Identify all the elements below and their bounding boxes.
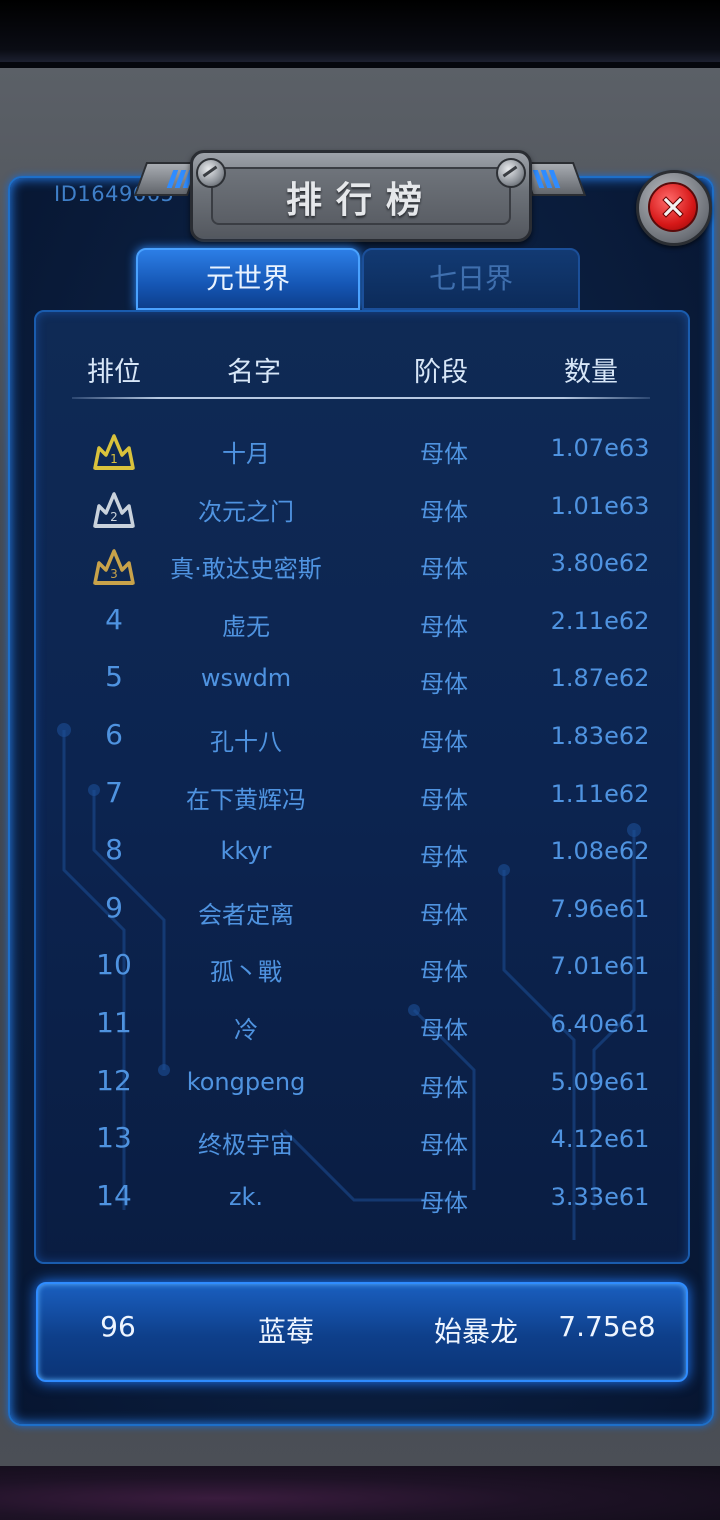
name-cell: 真·敢达史密斯 xyxy=(170,555,322,584)
table-row[interactable]: 10 孤丶戰 母体 7.01e61 xyxy=(0,940,720,998)
column-header-amount: 数量 xyxy=(564,357,618,388)
rank-cell: 11 xyxy=(96,1006,132,1039)
my-rank: 96 xyxy=(100,1310,136,1343)
stage-cell: 母体 xyxy=(420,728,468,756)
stage-cell: 母体 xyxy=(420,440,468,468)
amount-cell: 1.07e63 xyxy=(550,434,650,462)
page-title: 排行榜 xyxy=(285,180,436,221)
rank-cell: 7 xyxy=(105,775,123,809)
table-row[interactable]: 12 kongpeng 母体 5.09e61 xyxy=(0,1056,720,1114)
name-cell: 虚无 xyxy=(222,612,270,641)
table-row[interactable]: 3 真·敢达史密斯 母体 3.80e62 xyxy=(0,537,720,595)
amount-cell: 6.40e61 xyxy=(550,1010,650,1038)
name-cell: 孔十八 xyxy=(210,728,282,756)
name-cell: 孤丶戰 xyxy=(210,958,282,987)
tab-seven-day-world[interactable]: 七日界 xyxy=(362,248,580,310)
rank-cell: 13 xyxy=(96,1121,132,1155)
crown-medal-icon: 2 xyxy=(89,486,139,532)
table-row[interactable]: 13 终极宇宙 母体 4.12e61 xyxy=(0,1113,720,1171)
amount-cell: 5.09e61 xyxy=(550,1067,650,1096)
my-stage: 始暴龙 xyxy=(433,1315,519,1348)
stage-cell: 母体 xyxy=(420,1131,468,1160)
table-row[interactable]: 7 在下黄辉冯 母体 1.11e62 xyxy=(0,768,720,826)
table-row[interactable]: 1 十月 母体 1.07e63 xyxy=(0,422,720,480)
stage-cell: 母体 xyxy=(420,785,468,814)
stage-cell: 母体 xyxy=(420,555,468,584)
column-header-stage: 阶段 xyxy=(414,357,468,388)
stage-cell: 母体 xyxy=(420,958,468,987)
space-background xyxy=(0,1466,720,1520)
stage-cell: 母体 xyxy=(420,1016,468,1044)
title-plaque: 排行榜 xyxy=(190,150,532,242)
amount-cell: 1.08e62 xyxy=(550,837,650,866)
stage-cell: 母体 xyxy=(420,1188,468,1217)
rank-cell: 12 xyxy=(96,1063,132,1097)
name-cell: 次元之门 xyxy=(198,497,294,526)
tab-yuan-world[interactable]: 元世界 xyxy=(136,248,360,310)
table-row[interactable]: 4 虚无 母体 2.11e62 xyxy=(0,595,720,653)
amount-cell: 2.11e62 xyxy=(550,606,650,635)
my-amount: 7.75e8 xyxy=(558,1310,656,1343)
table-row[interactable]: 6 孔十八 母体 1.83e62 xyxy=(0,710,720,768)
column-header-rank: 排位 xyxy=(87,357,141,388)
medal-rank: 2 xyxy=(110,510,118,524)
medal-rank: 1 xyxy=(110,452,118,466)
stage-cell: 母体 xyxy=(420,670,468,699)
name-cell: 冷 xyxy=(234,1016,258,1044)
name-cell: 会者定离 xyxy=(198,900,294,929)
amount-cell: 7.01e61 xyxy=(550,952,650,981)
rank-cell: 14 xyxy=(96,1178,132,1212)
name-cell: 终极宇宙 xyxy=(198,1131,294,1160)
rank-cell: 4 xyxy=(105,602,123,636)
header-divider xyxy=(72,397,650,399)
amount-cell: 3.80e62 xyxy=(550,549,650,578)
amount-cell: 3.33e61 xyxy=(550,1182,650,1211)
amount-cell: 1.87e62 xyxy=(550,664,650,693)
table-row[interactable]: 8 kkyr 母体 1.08e62 xyxy=(0,825,720,883)
close-button[interactable] xyxy=(636,170,712,246)
name-cell: kkyr xyxy=(220,837,272,866)
name-cell: kongpeng xyxy=(186,1067,306,1096)
name-cell: zk. xyxy=(228,1182,264,1211)
rank-cell: 10 xyxy=(96,948,132,982)
rank-cell: 5 xyxy=(105,660,123,694)
rank-cell: 8 xyxy=(105,833,123,867)
amount-cell: 1.11e62 xyxy=(550,779,650,808)
amount-cell: 1.01e63 xyxy=(550,491,650,520)
rank-cell: 9 xyxy=(105,890,123,924)
name-cell: 十月 xyxy=(222,440,270,468)
amount-cell: 1.83e62 xyxy=(550,722,650,750)
table-row[interactable]: 9 会者定离 母体 7.96e61 xyxy=(0,883,720,941)
bolt-left-icon xyxy=(196,158,226,188)
stage-cell: 母体 xyxy=(420,900,468,929)
name-cell: wswdm xyxy=(200,664,292,693)
bolt-right-icon xyxy=(496,158,526,188)
amount-cell: 4.12e61 xyxy=(550,1125,650,1154)
close-icon xyxy=(648,182,698,232)
stage-cell: 母体 xyxy=(420,612,468,641)
name-cell: 在下黄辉冯 xyxy=(186,785,306,814)
rank-cell: 6 xyxy=(105,718,123,751)
table-row[interactable]: 5 wswdm 母体 1.87e62 xyxy=(0,652,720,710)
table-row[interactable]: 11 冷 母体 6.40e61 xyxy=(0,998,720,1056)
crown-medal-icon: 1 xyxy=(89,428,139,474)
status-bar-area xyxy=(0,0,720,62)
column-header-name: 名字 xyxy=(227,357,281,388)
crown-medal-icon: 3 xyxy=(89,543,139,589)
my-name: 蓝莓 xyxy=(257,1315,315,1348)
table-row[interactable]: 14 zk. 母体 3.33e61 xyxy=(0,1171,720,1229)
stage-cell: 母体 xyxy=(420,497,468,526)
table-row[interactable]: 2 次元之门 母体 1.01e63 xyxy=(0,480,720,538)
medal-rank: 3 xyxy=(110,567,118,581)
amount-cell: 7.96e61 xyxy=(550,894,650,923)
stage-cell: 母体 xyxy=(420,1073,468,1102)
stage-cell: 母体 xyxy=(420,843,468,872)
